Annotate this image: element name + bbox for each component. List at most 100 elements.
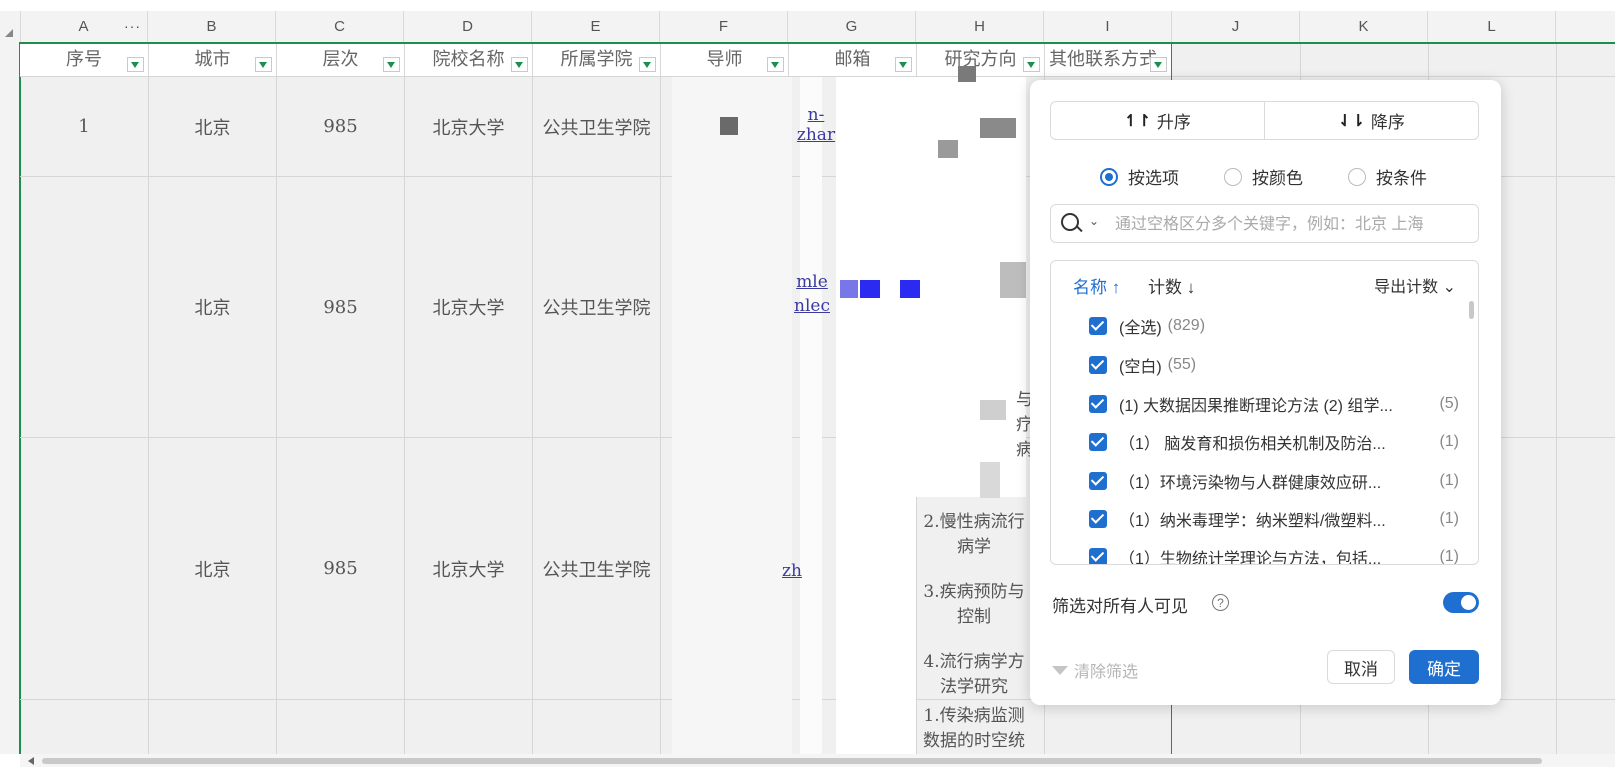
list-item[interactable]: (空白) (55) — [1089, 353, 1459, 377]
scroll-left-icon[interactable] — [28, 757, 34, 765]
cell-level[interactable]: 985 — [277, 438, 404, 699]
column-header-g[interactable]: G — [788, 11, 916, 42]
search-input[interactable] — [1113, 211, 1472, 239]
column-header-b[interactable]: B — [148, 11, 276, 42]
export-count-dropdown[interactable]: 导出计数 ⌄ — [1374, 273, 1456, 297]
list-item[interactable]: （1）环境污染物与人群健康效应研... (1) — [1089, 469, 1459, 493]
list-scrollbar[interactable] — [1469, 301, 1474, 319]
email-link[interactable]: mle — [796, 272, 828, 292]
header-cell-empty[interactable] — [1172, 44, 1300, 76]
cell-school[interactable]: 北京大学 — [405, 177, 532, 437]
radio-selected-icon — [1100, 167, 1118, 186]
redaction-pixel — [980, 400, 1006, 420]
cell-college[interactable]: 公共卫生学院 — [533, 77, 660, 176]
filter-dropdown-icon[interactable] — [511, 57, 528, 72]
sort-ascending-button[interactable]: ↿↾ 升序 — [1051, 102, 1264, 139]
cancel-button[interactable]: 取消 — [1327, 650, 1395, 684]
column-header-l[interactable]: L — [1428, 11, 1556, 42]
cell-city[interactable]: 北京 — [149, 77, 276, 176]
cell-level[interactable]: 985 — [277, 177, 404, 437]
cell-level[interactable]: 985 — [277, 77, 404, 176]
research-fragment: 与 — [1016, 390, 1033, 410]
clear-filter-button[interactable]: 清除筛选 — [1052, 658, 1138, 682]
checkbox-checked-icon[interactable] — [1089, 395, 1107, 413]
filter-dropdown-icon[interactable] — [127, 57, 144, 72]
column-header-i[interactable]: I — [1044, 11, 1172, 42]
selection-border — [20, 42, 1615, 44]
cell-city[interactable]: 北京 — [149, 177, 276, 437]
checkbox-checked-icon[interactable] — [1089, 433, 1107, 451]
column-header-a[interactable]: A ··· — [20, 11, 148, 42]
mode-by-color[interactable]: 按颜色 — [1224, 164, 1303, 189]
email-link[interactable]: n-zhar — [796, 105, 836, 145]
cell-college[interactable]: 公共卫生学院 — [533, 438, 660, 699]
column-header-c[interactable]: C — [276, 11, 404, 42]
sort-desc-icon: ⇃⇂ — [1338, 112, 1365, 130]
header-cell-seq[interactable]: 序号 — [20, 44, 148, 76]
column-header-e[interactable]: E — [532, 11, 660, 42]
header-cell-other-contact[interactable]: 其他联系方式 — [1045, 44, 1171, 76]
checkbox-checked-icon[interactable] — [1089, 317, 1107, 335]
redaction-pixel — [938, 140, 958, 158]
header-cell-college[interactable]: 所属学院 — [533, 44, 660, 76]
cell-seq[interactable]: 1 — [20, 77, 148, 176]
visibility-toggle[interactable] — [1443, 592, 1479, 613]
cell-school[interactable]: 北京大学 — [405, 438, 532, 699]
checkbox-checked-icon[interactable] — [1089, 548, 1107, 564]
radio-icon — [1224, 167, 1242, 186]
confirm-button[interactable]: 确定 — [1409, 650, 1479, 684]
sort-by-count[interactable]: 计数 ↓ — [1148, 273, 1195, 298]
list-item[interactable]: （1）生物统计学理论与方法，包括... (1) — [1089, 545, 1459, 564]
filter-dropdown-icon[interactable] — [255, 57, 272, 72]
filter-dropdown-icon[interactable] — [767, 57, 784, 72]
list-item[interactable]: （1）纳米毒理学：纳米塑料/微塑料... (1) — [1089, 507, 1459, 531]
filter-dropdown-icon[interactable] — [1023, 57, 1040, 72]
email-link[interactable]: zh — [780, 560, 804, 582]
chevron-down-icon: ⌄ — [1442, 279, 1456, 296]
filter-dropdown-icon[interactable] — [639, 57, 656, 72]
list-item[interactable]: (1) 大数据因果推断理论方法 (2) 组学... (5) — [1089, 392, 1459, 416]
horizontal-scrollbar[interactable] — [20, 754, 1615, 767]
research-line: 3.疾病预防与 — [923, 582, 1025, 602]
checkbox-checked-icon[interactable] — [1089, 472, 1107, 490]
filter-dropdown-icon[interactable] — [895, 57, 912, 72]
column-header-k[interactable]: K — [1300, 11, 1428, 42]
header-cell-email[interactable]: 邮箱 — [789, 44, 916, 76]
header-cell-school[interactable]: 院校名称 — [405, 44, 532, 76]
sort-descending-button[interactable]: ⇃⇂ 降序 — [1264, 102, 1478, 139]
mode-by-option[interactable]: 按选项 — [1100, 164, 1179, 189]
scrollbar-thumb[interactable] — [42, 758, 1542, 764]
column-header-f[interactable]: F — [660, 11, 788, 42]
select-all-corner[interactable] — [0, 11, 21, 42]
checkbox-checked-icon[interactable] — [1089, 510, 1107, 528]
sort-by-name[interactable]: 名称 ↑ — [1073, 273, 1120, 298]
checkbox-checked-icon[interactable] — [1089, 356, 1107, 374]
cell-school[interactable]: 北京大学 — [405, 77, 532, 176]
mode-by-condition[interactable]: 按条件 — [1348, 164, 1427, 189]
column-header-d[interactable]: D — [404, 11, 532, 42]
header-cell-research[interactable]: 研究方向 — [917, 44, 1044, 76]
panel-footer: 清除筛选 取消 确定 — [1030, 650, 1501, 686]
list-item[interactable]: （1） 脑发育和损伤相关机制及防治... (1) — [1089, 430, 1459, 454]
filter-dropdown-icon[interactable] — [383, 57, 400, 72]
cell-college[interactable]: 公共卫生学院 — [533, 177, 660, 437]
chevron-down-icon[interactable]: ⌄ — [1089, 214, 1099, 228]
column-menu-icon[interactable]: ··· — [124, 11, 141, 42]
header-cell-city[interactable]: 城市 — [149, 44, 276, 76]
filter-dropdown-icon[interactable] — [1150, 57, 1167, 72]
column-header-h[interactable]: H — [916, 11, 1044, 42]
header-cell-advisor[interactable]: 导师 — [661, 44, 788, 76]
search-icon[interactable] — [1061, 213, 1079, 231]
col-divider — [660, 42, 661, 754]
top-strip — [0, 0, 1615, 11]
header-cell-level[interactable]: 层次 — [277, 44, 404, 76]
list-item[interactable]: (全选) (829) — [1089, 314, 1459, 338]
email-link[interactable]: nlec — [794, 296, 830, 316]
research-line: 4.流行病学方 — [923, 652, 1025, 672]
header-cell-empty[interactable] — [1429, 44, 1556, 76]
value-list: 名称 ↑ 计数 ↓ 导出计数 ⌄ (全选) (829) (空白) (55) (1… — [1050, 260, 1479, 565]
cell-city[interactable]: 北京 — [149, 438, 276, 699]
header-cell-empty[interactable] — [1301, 44, 1428, 76]
column-header-j[interactable]: J — [1172, 11, 1300, 42]
help-icon[interactable]: ? — [1212, 594, 1229, 611]
